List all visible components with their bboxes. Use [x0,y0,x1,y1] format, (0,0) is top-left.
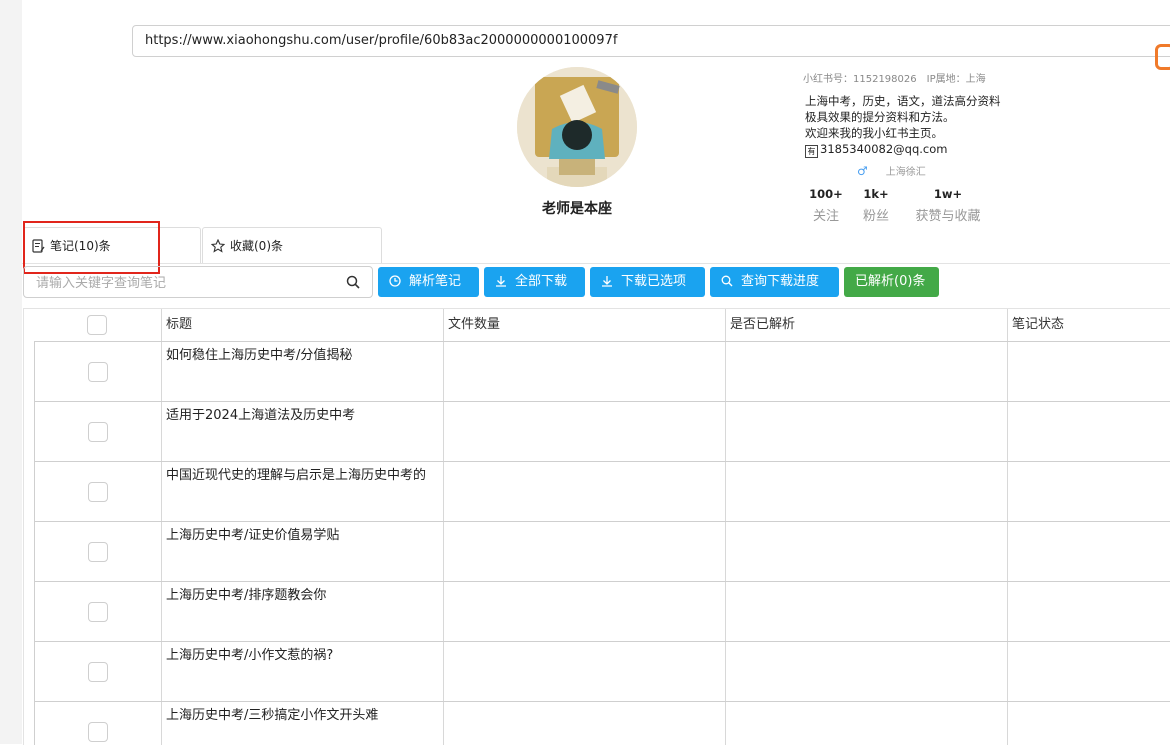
stat-label: 关注 [812,209,839,224]
star-icon [210,238,226,253]
search-icon[interactable] [346,275,360,289]
table-row[interactable]: 中国近现代史的理解与启示是上海历史中考的 [34,461,1170,522]
tab-favorites[interactable]: 收藏(0)条 [202,227,382,263]
cell-file-count [443,582,725,642]
stat-number: 1w+ [933,187,963,201]
cell-status [1007,582,1170,642]
profile-id: 小红书号：1152198026 [803,74,917,85]
note-title: 上海历史中考/三秒搞定小作文开头难 [166,708,379,723]
bio-line: 极具效果的提分资料和方法。 [805,110,955,124]
profile-meta: 小红书号：1152198026 IP属地：上海 [803,70,996,85]
download-icon [496,276,506,287]
row-checkbox[interactable] [88,602,108,622]
column-header: 文件数量 [443,309,725,341]
male-icon: ♂ [857,164,868,178]
stat-label: 粉丝 [862,209,889,224]
cell-status [1007,402,1170,462]
cell-file-count [443,402,725,462]
bio-line: 上海中考，历史，语文，道法高分资料 [805,94,1001,108]
app-logo-icon[interactable] [1155,44,1170,70]
left-edge [0,0,22,744]
cell-file-count [443,462,725,522]
cell-parsed [725,582,1007,642]
cell-parsed [725,702,1007,745]
button-label: 已解析(0)条 [855,274,926,289]
url-input[interactable]: https://www.xiaohongshu.com/user/profile… [132,25,1170,57]
search-icon [721,275,733,287]
mail-badge-icon: 有 [805,145,818,158]
row-checkbox[interactable] [88,722,108,742]
cell-parsed [725,462,1007,522]
profile-ip: IP属地：上海 [926,74,986,85]
query-progress-button[interactable]: 查询下载进度 [710,267,839,297]
cell-parsed [725,522,1007,582]
bio-line: 有 3185340082@qq.com [805,141,1001,158]
row-checkbox[interactable] [88,482,108,502]
cell-parsed [725,342,1007,402]
row-checkbox[interactable] [88,362,108,382]
cell-parsed [725,642,1007,702]
row-checkbox[interactable] [88,662,108,682]
cell-file-count [443,342,725,402]
note-title: 中国近现代史的理解与启示是上海历史中考的 [166,468,427,483]
table-row[interactable]: 上海历史中考/三秒搞定小作文开头难 [34,701,1170,745]
stat-following[interactable]: 100+ 关注 [808,187,844,224]
cell-file-count [443,702,725,745]
cell-parsed [725,402,1007,462]
row-checkbox[interactable] [88,422,108,442]
stat-likes[interactable]: 1w+ 获赞与收藏 [910,187,986,224]
cell-status [1007,702,1170,745]
download-selected-button[interactable]: 下载已选项 [590,267,705,297]
stat-number: 100+ [809,187,843,201]
bio-email: 3185340082@qq.com [820,142,948,156]
button-label: 全部下载 [515,274,568,289]
notes-table: 标题 文件数量 是否已解析 笔记状态 如何稳住上海历史中考/分值揭秘 适用于20… [23,308,1170,745]
parsed-count-button[interactable]: 已解析(0)条 [844,267,939,297]
tab-label: 收藏(0)条 [230,239,283,253]
tab-divider [22,263,1170,264]
download-icon [602,276,612,287]
bio-line: 欢迎来我的我小红书主页。 [805,126,943,140]
row-checkbox[interactable] [88,542,108,562]
table-row[interactable]: 上海历史中考/排序题教会你 [34,581,1170,642]
profile-bio: 上海中考，历史，语文，道法高分资料 极具效果的提分资料和方法。 欢迎来我的我小红… [805,93,1001,158]
table-header: 标题 文件数量 是否已解析 笔记状态 [24,309,1170,341]
column-header: 是否已解析 [725,309,1007,341]
table-row[interactable]: 适用于2024上海道法及历史中考 [34,401,1170,462]
profile-name: 老师是本座 [542,201,612,217]
avatar [517,67,637,187]
cell-status [1007,522,1170,582]
cell-status [1007,342,1170,402]
cell-status [1007,642,1170,702]
stat-followers[interactable]: 1k+ 粉丝 [858,187,894,224]
cell-file-count [443,522,725,582]
column-header: 笔记状态 [1007,309,1170,341]
cell-status [1007,462,1170,522]
gender-location: ♂ 上海徐汇 [857,163,926,178]
stat-number: 1k+ [863,187,889,201]
note-title: 如何稳住上海历史中考/分值揭秘 [166,348,353,363]
table-row[interactable]: 如何稳住上海历史中考/分值揭秘 [34,341,1170,402]
profile-location: 上海徐汇 [885,167,926,178]
note-title: 上海历史中考/排序题教会你 [166,588,327,603]
button-label: 下载已选项 [621,274,687,289]
note-title: 上海历史中考/小作文惹的祸? [166,648,334,663]
download-all-button[interactable]: 全部下载 [484,267,585,297]
button-label: 解析笔记 [409,274,462,289]
stat-label: 获赞与收藏 [915,209,981,224]
parse-notes-button[interactable]: 解析笔记 [378,267,479,297]
search-input[interactable] [34,272,338,294]
clock-icon [389,275,401,287]
button-label: 查询下载进度 [741,274,820,289]
note-title: 适用于2024上海道法及历史中考 [166,408,356,423]
note-title: 上海历史中考/证史价值易学贴 [166,528,340,543]
column-header: 标题 [161,309,443,341]
table-row[interactable]: 上海历史中考/证史价值易学贴 [34,521,1170,582]
table-row[interactable]: 上海历史中考/小作文惹的祸? [34,641,1170,702]
search-box[interactable] [23,266,373,298]
select-all-checkbox[interactable] [87,315,107,335]
cell-file-count [443,642,725,702]
